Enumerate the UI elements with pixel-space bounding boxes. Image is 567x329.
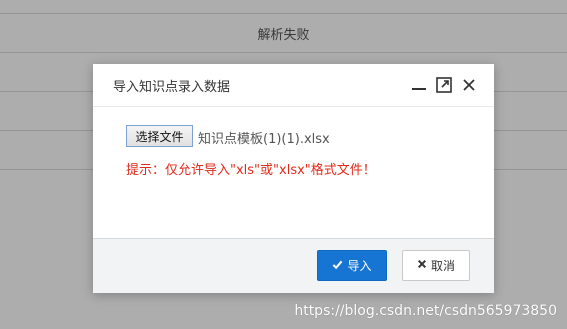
minimize-icon — [409, 75, 429, 95]
dialog-title: 导入知识点录入数据 — [113, 80, 231, 95]
format-hint: 提示：仅允许导入"xls"或"xlsx"格式文件！ — [126, 163, 376, 178]
import-button[interactable]: 导入 — [317, 250, 387, 281]
x-icon — [417, 259, 427, 272]
minimize-button[interactable] — [409, 75, 429, 95]
close-button[interactable] — [459, 75, 479, 95]
maximize-icon — [434, 75, 454, 95]
cancel-button-label: 取消 — [430, 259, 455, 273]
close-icon — [459, 75, 479, 95]
check-icon — [332, 259, 343, 273]
dialog-footer: 导入 取消 — [93, 238, 494, 293]
dialog-body: 选择文件 知识点模板(1)(1).xlsx 提示：仅允许导入"xls"或"xls… — [93, 107, 494, 238]
import-dialog: 导入知识点录入数据 选择文件 知识点模板(1)(1).xlsx 提示：仅允许导入… — [93, 64, 494, 293]
choose-file-button[interactable]: 选择文件 — [126, 125, 193, 147]
cancel-button[interactable]: 取消 — [402, 250, 470, 281]
dialog-header: 导入知识点录入数据 — [93, 64, 494, 107]
selected-file-name: 知识点模板(1)(1).xlsx — [198, 132, 330, 147]
import-button-label: 导入 — [347, 259, 372, 273]
maximize-button[interactable] — [434, 75, 454, 95]
watermark: https://blog.csdn.net/csdn565973850 — [294, 303, 557, 319]
